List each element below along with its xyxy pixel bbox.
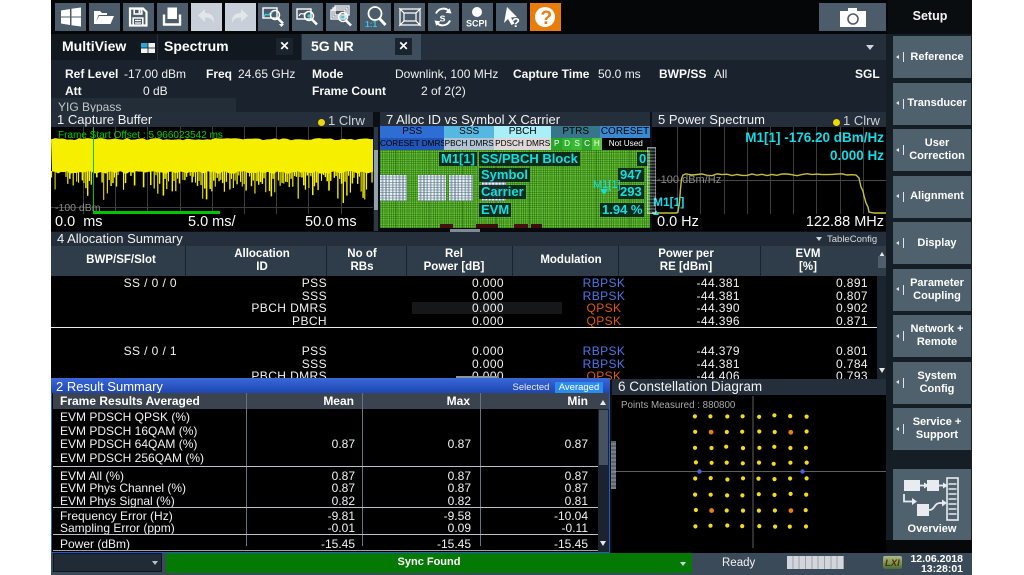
svg-text:?: ? bbox=[512, 15, 520, 29]
svg-text:s: s bbox=[440, 13, 446, 25]
svg-text:1:1: 1:1 bbox=[365, 19, 378, 29]
svg-text:SCPI: SCPI bbox=[466, 19, 487, 29]
svg-text:?: ? bbox=[541, 8, 553, 29]
